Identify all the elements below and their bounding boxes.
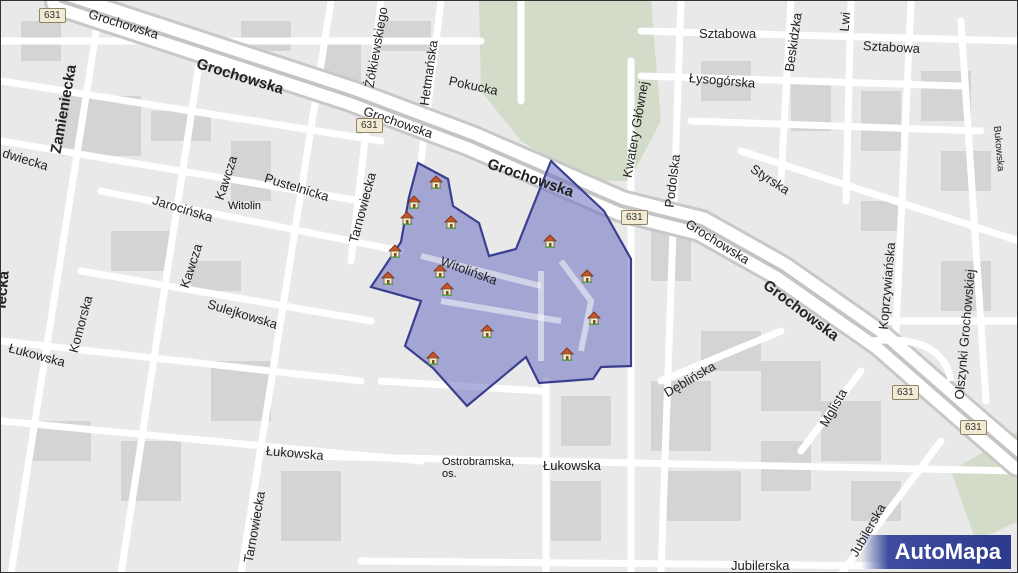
house-icon[interactable] (388, 244, 402, 258)
house-icon[interactable] (587, 311, 601, 325)
street-label: Łukowska (543, 458, 601, 473)
house-icon[interactable] (440, 282, 454, 296)
place-label: os. (442, 468, 457, 480)
house-icon[interactable] (381, 271, 395, 285)
house-icon[interactable] (426, 351, 440, 365)
road-shield: 631 (39, 8, 66, 23)
house-icon[interactable] (433, 264, 447, 278)
brand-logo[interactable]: AutoMapa (860, 535, 1011, 569)
house-icon[interactable] (407, 195, 421, 209)
road-shield: 631 (892, 385, 919, 400)
street-label: iecka (0, 270, 13, 310)
house-icon[interactable] (400, 211, 414, 225)
house-icon[interactable] (444, 215, 458, 229)
street-label: Jubilerska (731, 558, 790, 573)
house-icon[interactable] (543, 234, 557, 248)
logo-text: AutoMapa (860, 535, 1011, 569)
house-icon[interactable] (429, 175, 443, 189)
street-label: Lwi (836, 11, 854, 33)
house-icon[interactable] (480, 324, 494, 338)
house-icon[interactable] (560, 347, 574, 361)
street-label: Sztabowa (862, 38, 921, 56)
place-label: Ostrobramska, (442, 456, 515, 468)
road-shield: 631 (356, 118, 383, 133)
house-icon[interactable] (580, 269, 594, 283)
road-shield: 631 (621, 210, 648, 225)
road-shield: 631 (960, 420, 987, 435)
street-label: Sztabowa (699, 26, 757, 41)
map-canvas (1, 1, 1017, 572)
map-view[interactable]: Grochowska Grochowska Grochowska Grochow… (0, 0, 1018, 573)
place-label: Witolin (228, 200, 262, 212)
